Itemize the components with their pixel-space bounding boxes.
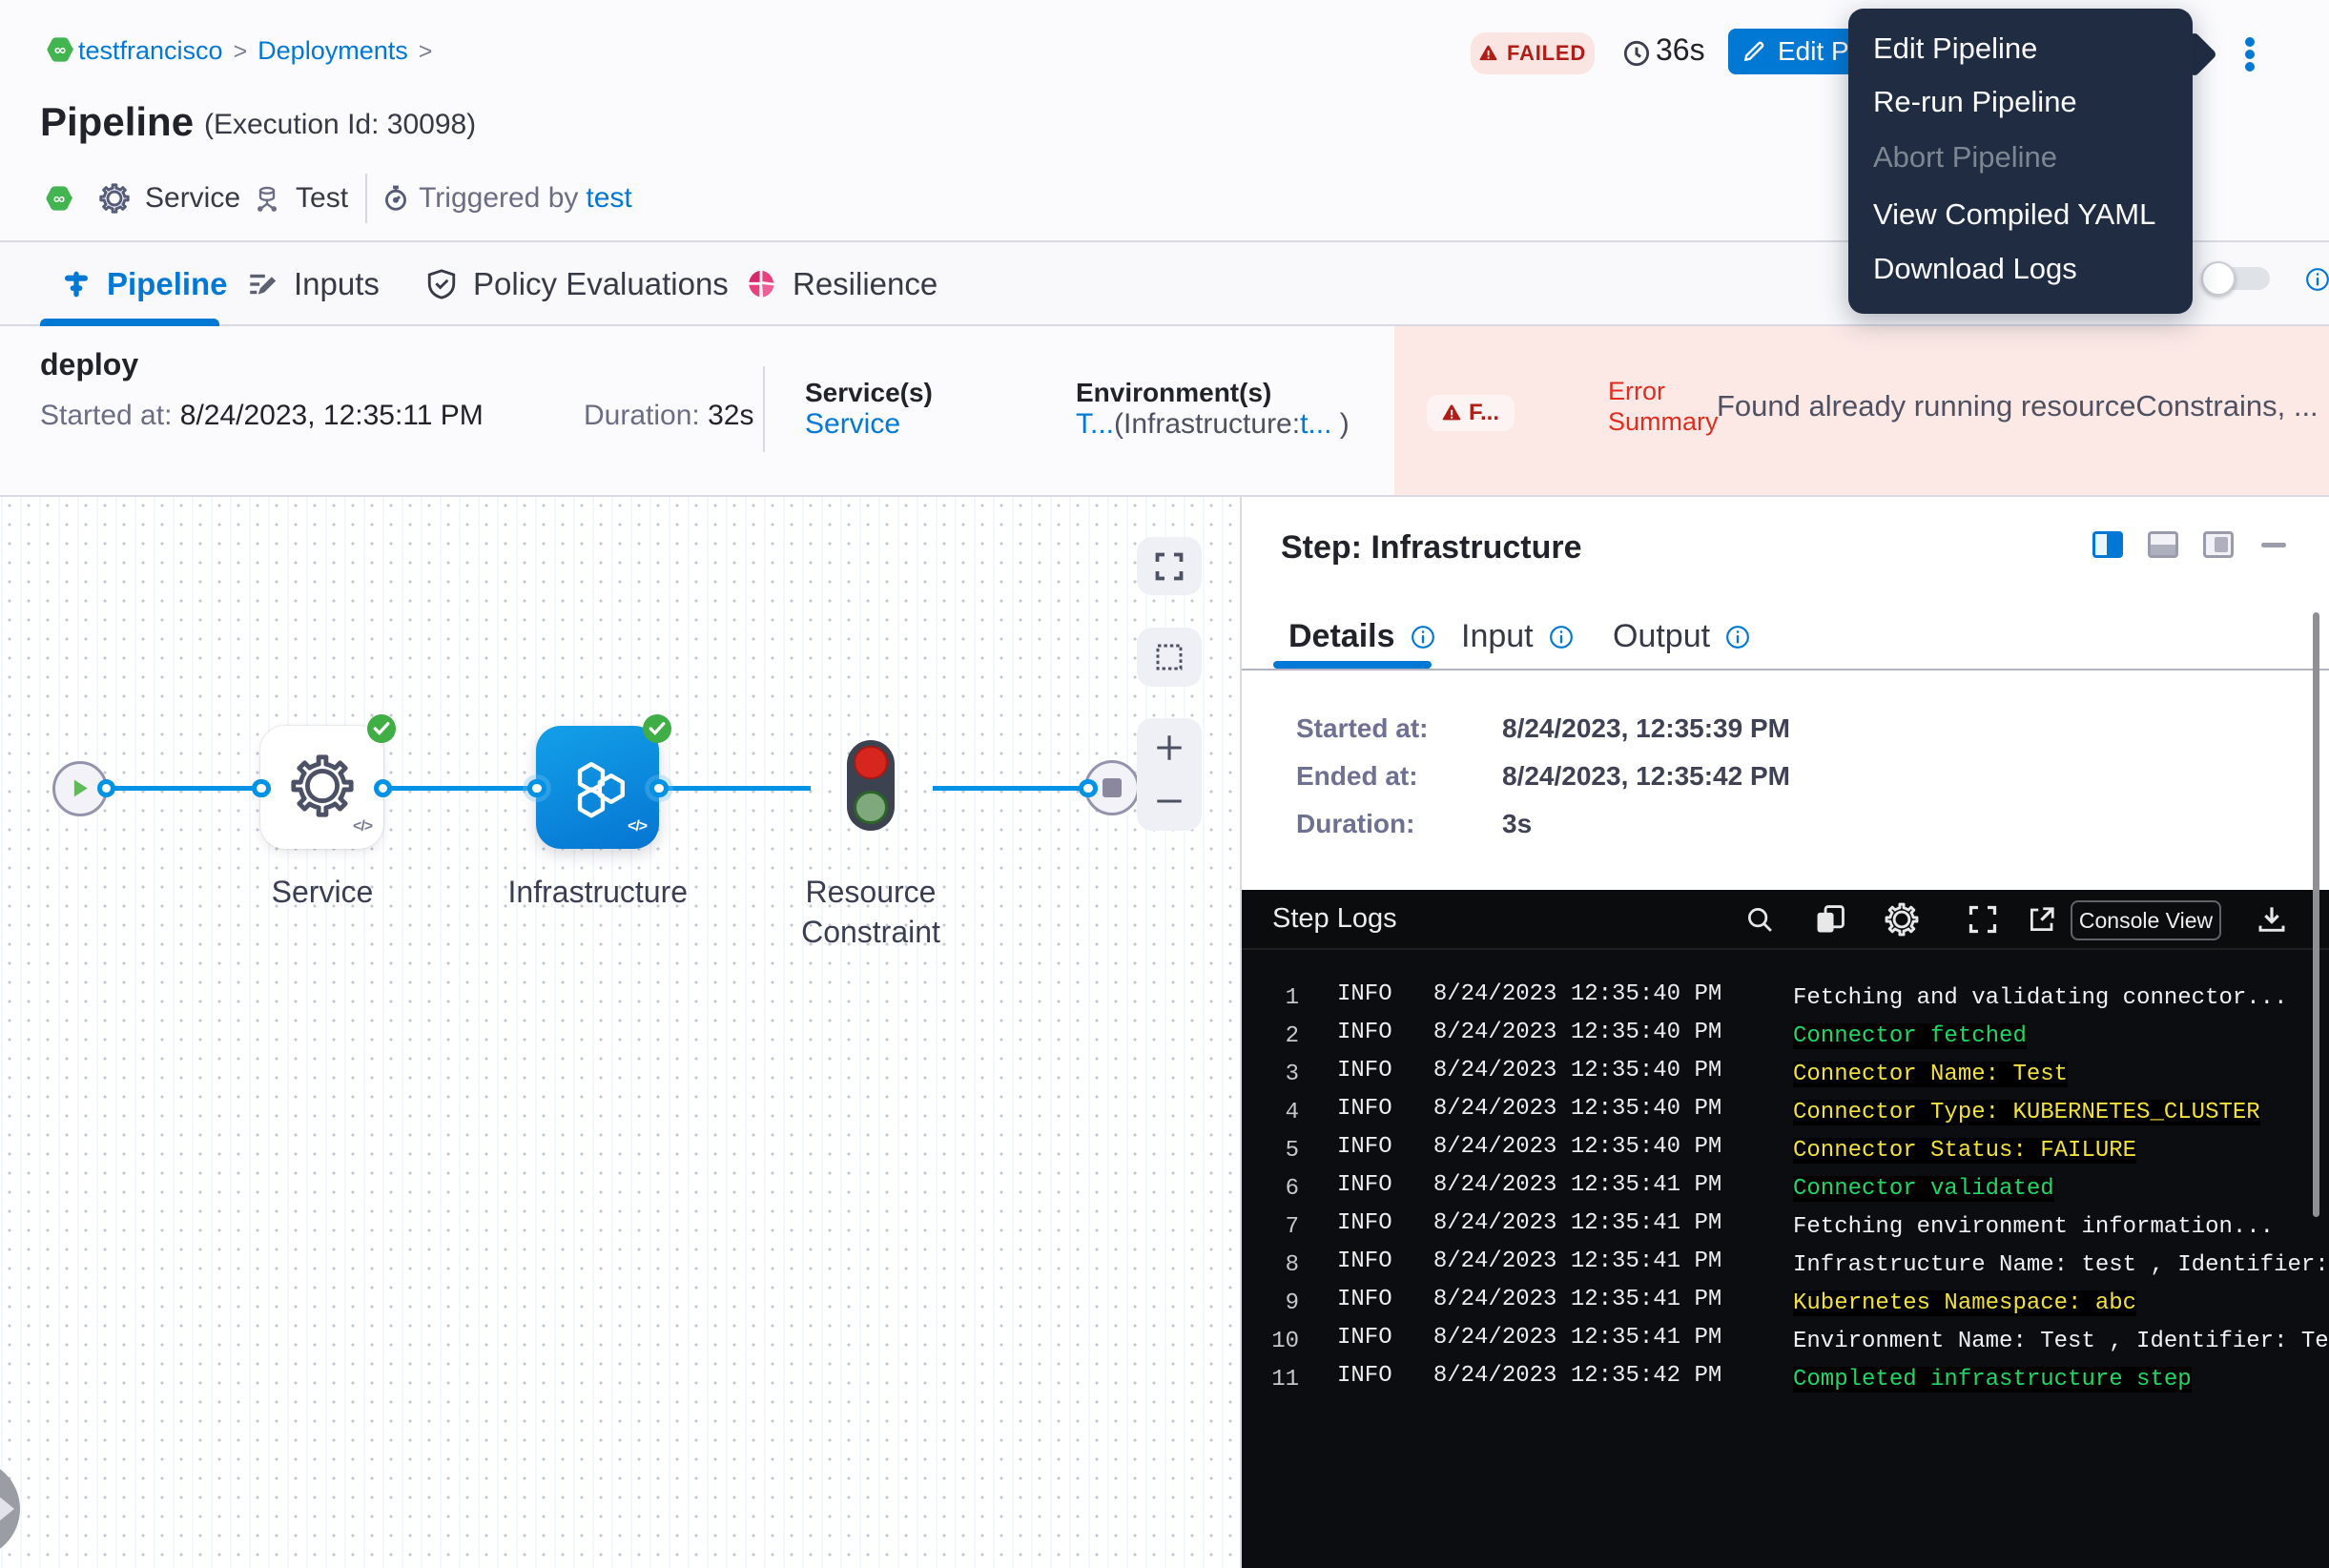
svg-text:∞: ∞ [54, 40, 66, 59]
svg-text:∞: ∞ [53, 189, 65, 208]
